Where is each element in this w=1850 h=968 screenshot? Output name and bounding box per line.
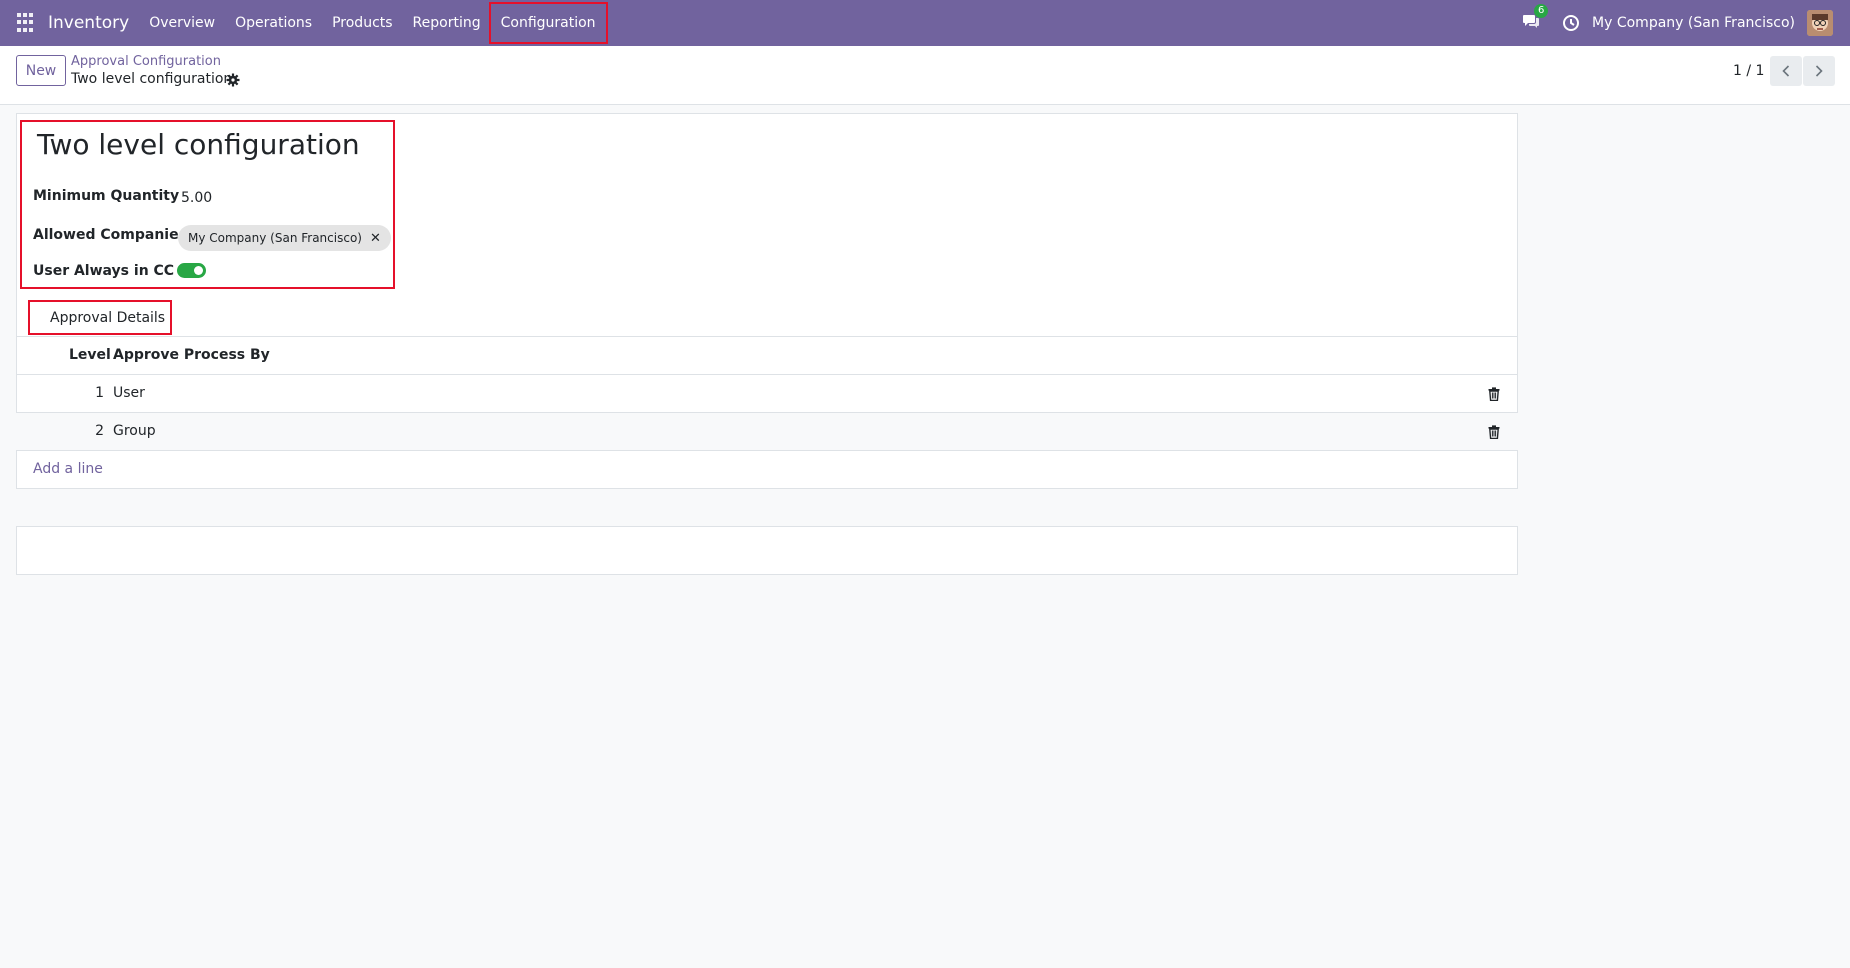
min-qty-label: Minimum Quantity <box>33 188 180 204</box>
empty-row <box>16 489 1518 527</box>
table-bottom-border <box>16 526 1518 527</box>
close-icon[interactable]: ✕ <box>370 231 381 246</box>
table-row[interactable]: 2 Group <box>16 413 1518 451</box>
menu-configuration[interactable]: Configuration <box>488 2 608 44</box>
trash-icon[interactable] <box>1488 425 1500 440</box>
company-tag-label: My Company (San Francisco) <box>188 231 362 245</box>
cell-level: 1 <box>95 385 104 401</box>
row-divider <box>16 450 1518 451</box>
menu-overview[interactable]: Overview <box>139 4 225 42</box>
pager-previous-button[interactable] <box>1770 56 1802 86</box>
allowed-companies-label: Allowed Companies <box>33 227 187 243</box>
table-row[interactable]: 1 User <box>16 375 1518 413</box>
gear-icon[interactable] <box>226 73 240 87</box>
cc-label: User Always in CC <box>33 263 175 279</box>
chevron-right-icon <box>1815 65 1823 77</box>
cell-level: 2 <box>95 423 104 439</box>
top-navbar: Inventory Overview Operations Products R… <box>0 0 1850 46</box>
control-panel: New Approval Configuration Two level con… <box>0 46 1850 105</box>
company-tag: My Company (San Francisco) ✕ <box>178 225 391 251</box>
table-top-border <box>16 336 1518 337</box>
chevron-left-icon <box>1782 65 1790 77</box>
pager-next-button[interactable] <box>1803 56 1835 86</box>
breadcrumb-current: Two level configuration <box>71 71 233 87</box>
trash-icon[interactable] <box>1488 387 1500 402</box>
header-level[interactable]: Level <box>69 347 111 363</box>
app-brand[interactable]: Inventory <box>48 13 129 33</box>
add-line-link[interactable]: Add a line <box>33 461 103 477</box>
breadcrumb-parent[interactable]: Approval Configuration <box>71 54 221 69</box>
tab-label: Approval Details <box>50 309 166 326</box>
header-approve-process-by[interactable]: Approve Process By <box>113 347 270 363</box>
company-switcher[interactable]: My Company (San Francisco) <box>1592 15 1795 31</box>
tab-approval-details[interactable]: Approval Details <box>30 303 170 332</box>
min-qty-field[interactable]: 5.00 <box>181 190 212 206</box>
record-title[interactable]: Two level configuration <box>37 128 360 161</box>
pager-value[interactable]: 1 / 1 <box>1733 63 1764 79</box>
navbar-systray: 6 My Company (San Francisco) <box>1522 0 1850 46</box>
cc-toggle[interactable] <box>177 263 206 278</box>
menu-operations[interactable]: Operations <box>225 4 322 42</box>
avatar[interactable] <box>1807 10 1833 36</box>
menu-reporting[interactable]: Reporting <box>403 4 491 42</box>
menu-products[interactable]: Products <box>322 4 402 42</box>
chat-icon[interactable]: 6 <box>1522 4 1549 33</box>
cell-approve-by: User <box>113 385 145 401</box>
apps-grid-icon[interactable] <box>17 13 37 33</box>
new-button[interactable]: New <box>16 55 66 86</box>
chat-count-badge: 6 <box>1534 4 1549 18</box>
clock-icon[interactable] <box>1562 14 1580 32</box>
main-menu: Overview Operations Products Reporting C… <box>139 0 608 46</box>
cell-approve-by: Group <box>113 423 156 439</box>
